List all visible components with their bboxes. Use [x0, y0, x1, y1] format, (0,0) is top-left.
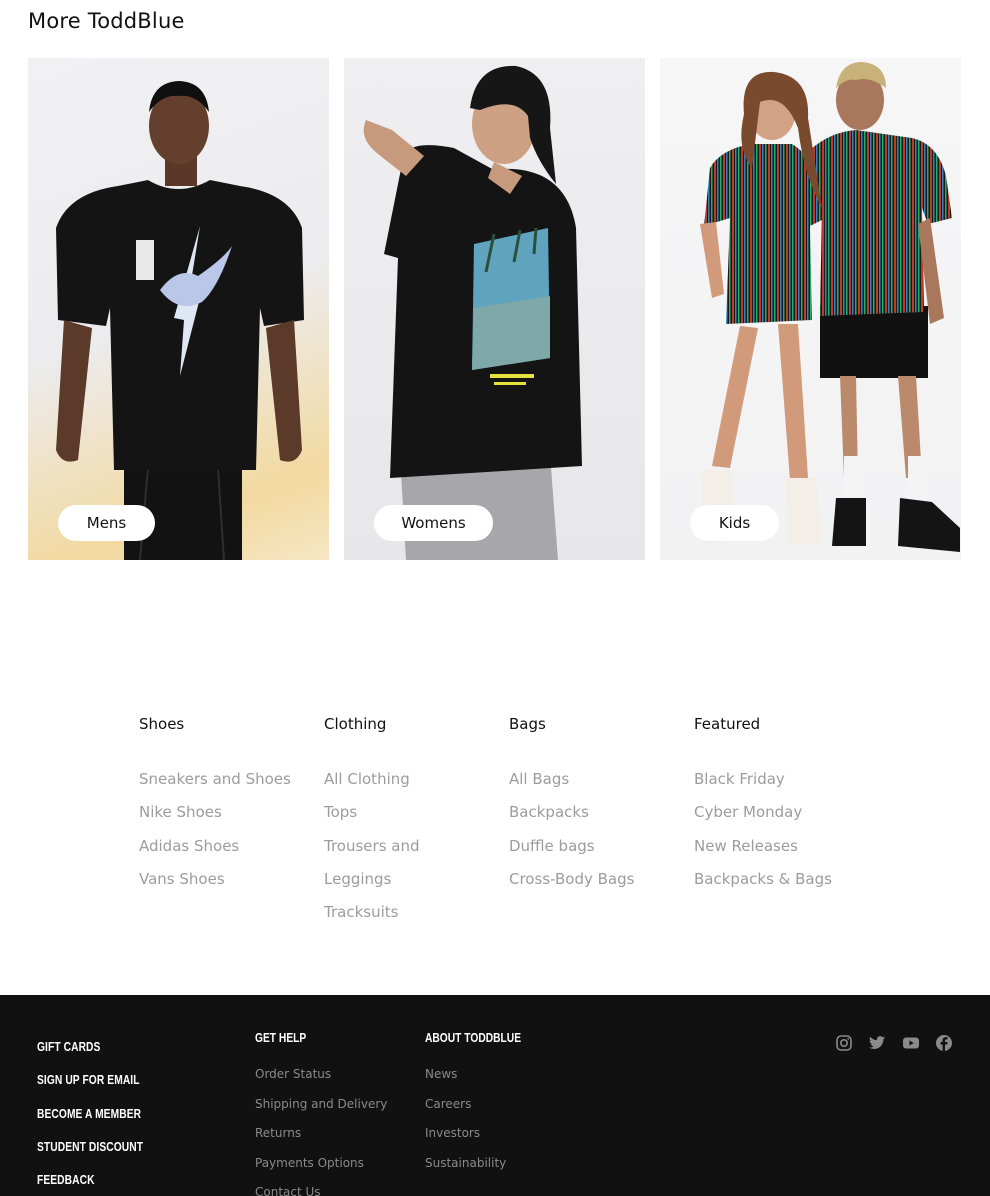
youtube-icon[interactable] [902, 1034, 920, 1052]
womens-model-image [363, 65, 582, 560]
footer-column-heading: Get Help [255, 1031, 307, 1045]
link-item[interactable]: New Releases [694, 830, 864, 863]
link-item[interactable]: Tracksuits [324, 896, 494, 929]
category-links: Shoes Sneakers and Shoes Nike Shoes Adid… [139, 715, 899, 945]
link-column-clothing: Clothing All Clothing Tops Trousers and … [324, 715, 494, 929]
footer-link[interactable]: Payments Options [255, 1149, 387, 1179]
link-column-heading: Shoes [139, 715, 185, 733]
footer-link[interactable]: Contact Us [255, 1178, 387, 1196]
footer-student-discount-link[interactable]: Student Discount [37, 1131, 143, 1164]
category-card-kids[interactable]: Kids [660, 58, 961, 560]
link-item[interactable]: All Clothing [324, 763, 494, 796]
link-item[interactable]: Cyber Monday [694, 796, 864, 829]
category-card-mens[interactable]: Mens [28, 58, 329, 560]
footer-link[interactable]: Sustainability [425, 1149, 542, 1179]
footer-link[interactable]: Shipping and Delivery [255, 1090, 387, 1120]
footer-link[interactable]: News [425, 1060, 542, 1090]
footer-promo-links: Gift Cards Sign Up For Email Become A Me… [37, 1031, 166, 1196]
footer-column-heading: About ToddBlue [425, 1031, 522, 1045]
section-title: More ToddBlue [28, 9, 185, 33]
category-cards: Mens Womens Kids [28, 58, 962, 560]
site-footer: Gift Cards Sign Up For Email Become A Me… [0, 995, 990, 1196]
link-item[interactable]: Duffle bags [509, 830, 679, 863]
link-item[interactable]: Cross-Body Bags [509, 863, 679, 896]
link-column-heading: Bags [509, 715, 546, 733]
twitter-icon[interactable] [868, 1034, 886, 1052]
link-column-heading: Featured [694, 715, 761, 733]
link-item[interactable]: Tops [324, 796, 494, 829]
footer-gift-cards-link[interactable]: Gift Cards [37, 1031, 143, 1064]
footer-link[interactable]: Investors [425, 1119, 542, 1149]
link-column-featured: Featured Black Friday Cyber Monday New R… [694, 715, 864, 896]
social-links [835, 1034, 955, 1054]
kids-button[interactable]: Kids [690, 505, 779, 541]
link-column-shoes: Shoes Sneakers and Shoes Nike Shoes Adid… [139, 715, 309, 896]
link-item[interactable]: Sneakers and Shoes [139, 763, 309, 796]
link-item[interactable]: Trousers and [324, 830, 494, 863]
mens-model-image [56, 81, 304, 560]
footer-become-member-link[interactable]: Become A Member [37, 1098, 143, 1131]
mens-button[interactable]: Mens [58, 505, 155, 541]
link-item[interactable]: Backpacks & Bags [694, 863, 864, 896]
footer-about-column: About ToddBlue News Careers Investors Su… [425, 1030, 542, 1178]
footer-link[interactable]: Careers [425, 1090, 542, 1120]
link-item[interactable]: Backpacks [509, 796, 679, 829]
kids-models-image [700, 62, 960, 552]
link-item[interactable]: Adidas Shoes [139, 830, 309, 863]
link-column-bags: Bags All Bags Backpacks Duffle bags Cros… [509, 715, 679, 896]
link-item[interactable]: Vans Shoes [139, 863, 309, 896]
link-item[interactable]: All Bags [509, 763, 679, 796]
footer-link[interactable]: Returns [255, 1119, 387, 1149]
category-card-womens[interactable]: Womens [344, 58, 645, 560]
womens-button[interactable]: Womens [374, 505, 493, 541]
footer-feedback-link[interactable]: Feedback [37, 1164, 143, 1196]
footer-sign-up-email-link[interactable]: Sign Up For Email [37, 1064, 143, 1097]
link-column-heading: Clothing [324, 715, 387, 733]
instagram-icon[interactable] [835, 1034, 853, 1052]
link-item[interactable]: Nike Shoes [139, 796, 309, 829]
facebook-icon[interactable] [935, 1034, 953, 1052]
footer-link[interactable]: Order Status [255, 1060, 387, 1090]
footer-get-help-column: Get Help Order Status Shipping and Deliv… [255, 1030, 387, 1196]
link-item[interactable]: Black Friday [694, 763, 864, 796]
link-item[interactable]: Leggings [324, 863, 494, 896]
